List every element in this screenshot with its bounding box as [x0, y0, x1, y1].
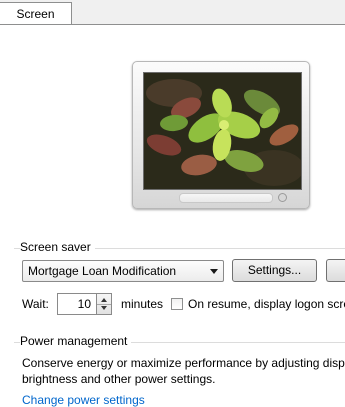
- power-description-line2: brightness and other power settings.: [22, 372, 216, 386]
- plant-leaves-photo: [144, 73, 301, 189]
- spin-down-icon[interactable]: [101, 306, 107, 310]
- spin-divider: [97, 304, 111, 305]
- monitor-bezel-slot: [179, 193, 273, 203]
- preview-button[interactable]: [326, 259, 345, 282]
- wait-input[interactable]: 10: [57, 293, 97, 315]
- resume-logon-label[interactable]: On resume, display logon scre: [188, 297, 345, 311]
- change-power-settings-link[interactable]: Change power settings: [22, 393, 145, 407]
- tab-screen-saver[interactable]: Screen Saver: [0, 2, 72, 43]
- screen-saver-selected: Mortgage Loan Modification: [28, 264, 177, 278]
- monitor-preview: [132, 61, 310, 209]
- screen-saver-group-title: Screen saver: [20, 240, 95, 254]
- settings-button[interactable]: Settings...: [232, 259, 317, 282]
- spin-up-icon[interactable]: [101, 298, 107, 302]
- minutes-label: minutes: [121, 297, 164, 311]
- power-description-line1: Conserve energy or maximize performance …: [22, 356, 345, 370]
- monitor-power-icon: [278, 193, 287, 202]
- power-group-title: Power management: [20, 334, 132, 348]
- screen-saver-dropdown[interactable]: Mortgage Loan Modification: [22, 260, 224, 282]
- preview-screen: [143, 72, 302, 190]
- wait-label: Wait:: [22, 297, 49, 311]
- chevron-down-icon: [210, 269, 218, 274]
- wait-spinner[interactable]: [96, 293, 112, 315]
- resume-logon-checkbox[interactable]: [171, 298, 183, 310]
